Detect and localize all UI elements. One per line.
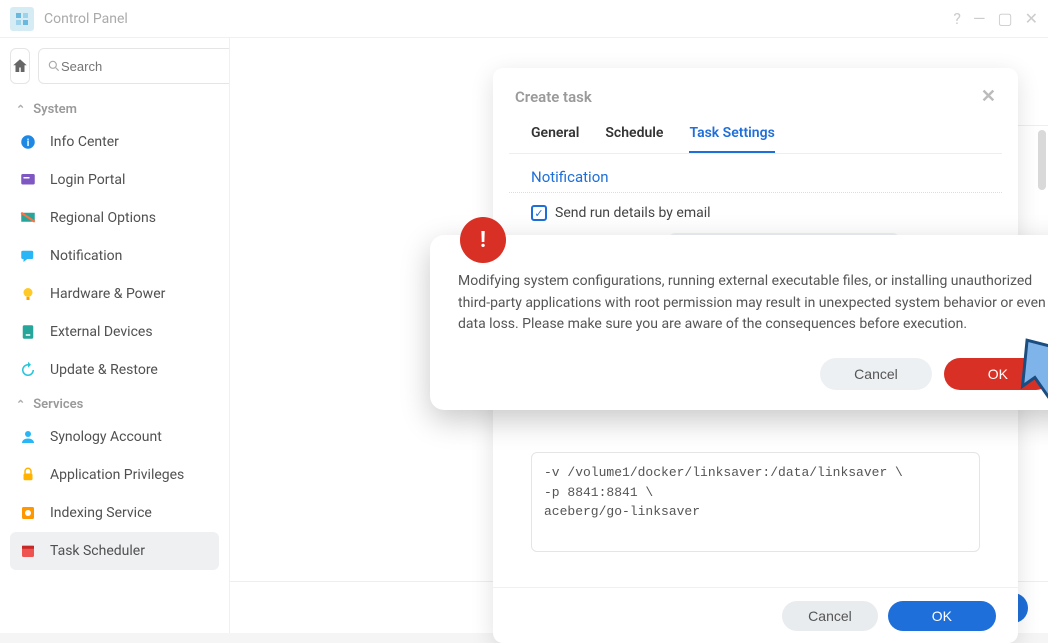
send-email-checkbox[interactable]: ✓ (531, 205, 547, 221)
svg-text:i: i (27, 138, 30, 149)
sidebar-item-update[interactable]: Update & Restore (10, 351, 219, 389)
dialog-tabs: General Schedule Task Settings (509, 111, 1002, 154)
refresh-icon (18, 360, 38, 380)
titlebar: Control Panel ? — ▢ ✕ (0, 0, 1048, 38)
info-icon: i (18, 132, 38, 152)
warning-icon: ! (460, 217, 506, 263)
help-icon[interactable]: ? (953, 9, 961, 28)
sidebar-item-external[interactable]: External Devices (10, 313, 219, 351)
sidebar: ⌃System iInfo Center Login Portal Region… (0, 38, 230, 633)
group-services[interactable]: ⌃Services (10, 389, 219, 418)
chevron-up-icon: ⌃ (16, 398, 25, 411)
tab-general[interactable]: General (531, 125, 579, 153)
warning-dialog: ! Modifying system configurations, runni… (430, 235, 1048, 410)
cursor-arrow-annotation (1010, 328, 1048, 422)
section-notification: Notification (509, 154, 1002, 193)
content-area: xt run time ▲ Owner 16/2022 05:00root16/… (230, 38, 1048, 633)
sidebar-item-login-portal[interactable]: Login Portal (10, 161, 219, 199)
dialog-close-icon[interactable]: ✕ (981, 86, 996, 107)
portal-icon (18, 170, 38, 190)
search-input[interactable] (61, 59, 230, 74)
tab-schedule[interactable]: Schedule (605, 125, 663, 153)
send-email-label: Send run details by email (555, 205, 711, 221)
sidebar-item-regional[interactable]: Regional Options (10, 199, 219, 237)
sidebar-item-synology[interactable]: Synology Account (10, 418, 219, 456)
warning-text: Modifying system configurations, running… (458, 271, 1048, 336)
search-input-wrap[interactable] (38, 48, 230, 84)
sidebar-item-task-scheduler[interactable]: Task Scheduler (10, 532, 219, 570)
task-ok-button[interactable]: OK (888, 601, 996, 631)
window-title: Control Panel (44, 11, 941, 27)
warn-cancel-button[interactable]: Cancel (820, 358, 932, 390)
bulb-icon (18, 284, 38, 304)
scrollbar-thumb[interactable] (1038, 130, 1046, 190)
user-script-textarea[interactable]: -v /volume1/docker/linksaver:/data/links… (531, 452, 980, 552)
close-icon[interactable]: ✕ (1025, 9, 1038, 28)
sidebar-item-notification[interactable]: Notification (10, 237, 219, 275)
task-cancel-button[interactable]: Cancel (782, 601, 878, 631)
tab-task-settings[interactable]: Task Settings (689, 125, 774, 153)
device-icon (18, 322, 38, 342)
sidebar-item-privileges[interactable]: Application Privileges (10, 456, 219, 494)
chevron-up-icon: ⌃ (16, 103, 25, 116)
lock-icon (18, 465, 38, 485)
control-panel-icon (10, 7, 34, 31)
home-button[interactable] (10, 48, 30, 84)
sidebar-item-indexing[interactable]: Indexing Service (10, 494, 219, 532)
maximize-icon[interactable]: ▢ (997, 9, 1012, 28)
dialog-title: Create task (515, 88, 592, 106)
chat-icon (18, 246, 38, 266)
globe-icon (18, 208, 38, 228)
dialog-footer: Cancel OK (493, 587, 1018, 643)
calendar-icon (18, 541, 38, 561)
search-icon (47, 59, 61, 73)
sidebar-item-info-center[interactable]: iInfo Center (10, 123, 219, 161)
index-icon (18, 503, 38, 523)
group-system[interactable]: ⌃System (10, 94, 219, 123)
account-icon (18, 427, 38, 447)
minimize-icon[interactable]: — (973, 9, 986, 28)
sidebar-item-hardware[interactable]: Hardware & Power (10, 275, 219, 313)
